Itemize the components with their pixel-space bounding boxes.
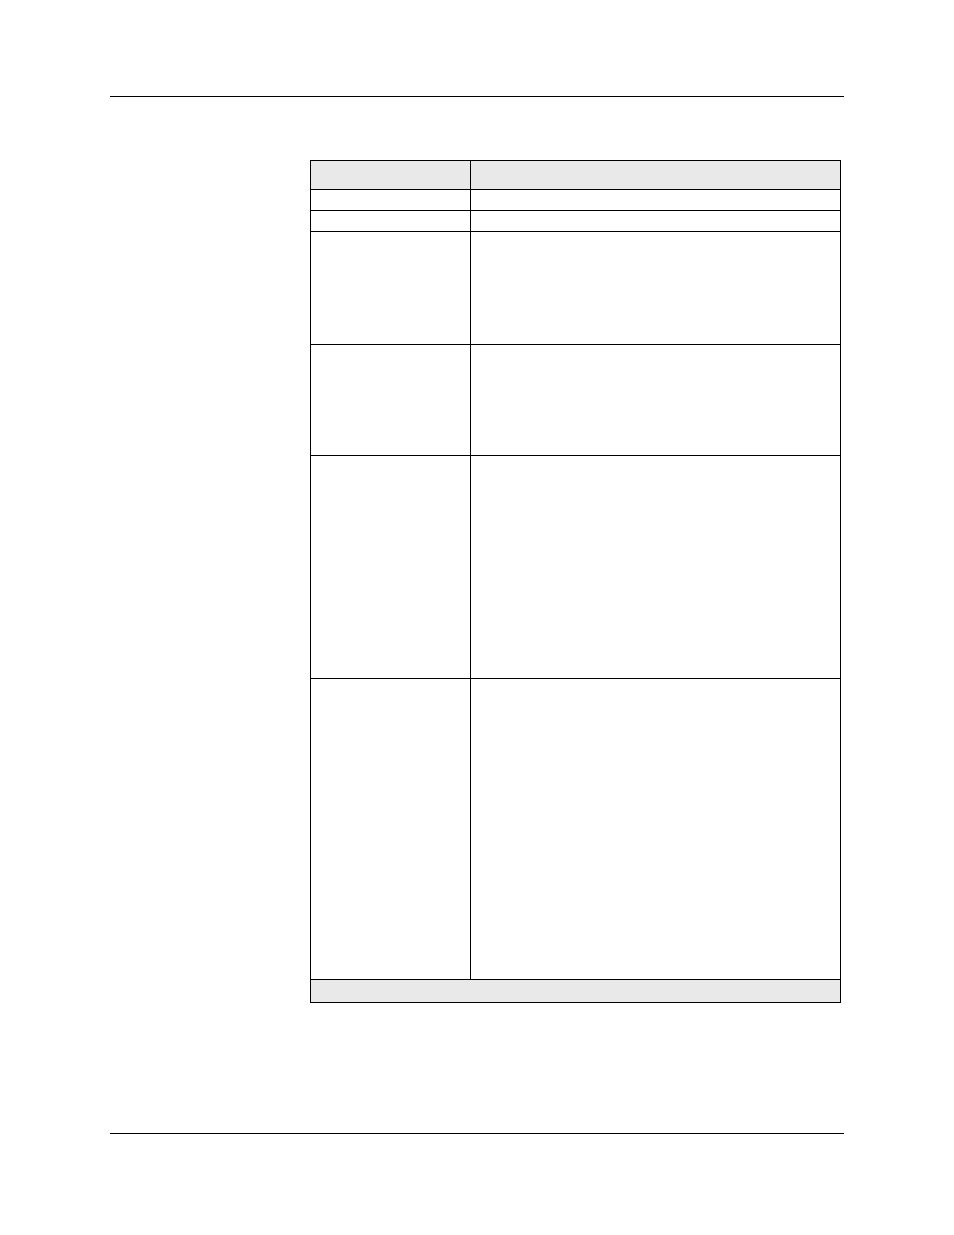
table-cell: [311, 211, 471, 232]
header-rule: [110, 96, 844, 97]
table-cell: [471, 232, 841, 345]
table-cell: [311, 345, 471, 456]
table-footer-row: [311, 980, 841, 1003]
table-header-cell: [471, 161, 841, 190]
table-cell: [471, 456, 841, 679]
table-cell: [311, 190, 471, 211]
table-cell: [471, 345, 841, 456]
page: [0, 0, 954, 1235]
table-row: [311, 679, 841, 980]
table-row: [311, 190, 841, 211]
table-cell: [311, 232, 471, 345]
table-row: [311, 456, 841, 679]
table-cell: [471, 679, 841, 980]
table-header-row: [311, 161, 841, 190]
table-row: [311, 345, 841, 456]
table-footer-cell: [311, 980, 841, 1003]
table-cell: [471, 190, 841, 211]
table-header-cell: [311, 161, 471, 190]
table-row: [311, 232, 841, 345]
content-table: [310, 160, 841, 1003]
table-row: [311, 211, 841, 232]
table-cell: [311, 679, 471, 980]
table-cell: [471, 211, 841, 232]
footer-rule: [110, 1133, 844, 1134]
table-cell: [311, 456, 471, 679]
